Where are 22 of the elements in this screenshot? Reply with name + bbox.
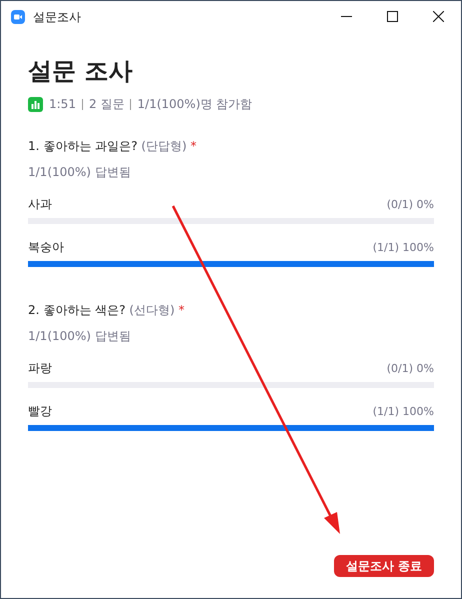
participant-text: 1/1(100%)명 참가함 [137,96,252,113]
answered-text: 1/1(100%) 답변됨 [28,328,132,345]
maximize-icon [386,11,398,22]
bar-chart-icon [28,96,43,112]
result-text: (0/1) 0% [386,360,434,376]
option-label: 사과 [28,196,52,213]
answered-text: 1/1(100%) 답변됨 [28,164,132,181]
camera-app-icon [11,10,25,24]
question-text: 2. 좋아하는 색은? (선다형) * [28,302,186,319]
question-text: 1. 좋아하는 과일은? (단답형) * [28,138,198,155]
question-count-text: 2 질문 [88,96,124,113]
option-label: 빨강 [28,403,52,420]
survey-heading: 설문 조사 [28,56,134,86]
result-text: (0/1) 0% [386,196,434,212]
result-text: (1/1) 100% [372,240,434,256]
option-label: 파랑 [28,360,52,377]
result-text: (1/1) 100% [372,404,434,420]
end-survey-button[interactable]: 설문조사 종료 [334,555,434,577]
option-label: 복숭아 [28,239,64,256]
close-icon [432,11,444,22]
duration-text: 1:51 [49,96,76,113]
window-title: 설문조사 [33,8,81,26]
